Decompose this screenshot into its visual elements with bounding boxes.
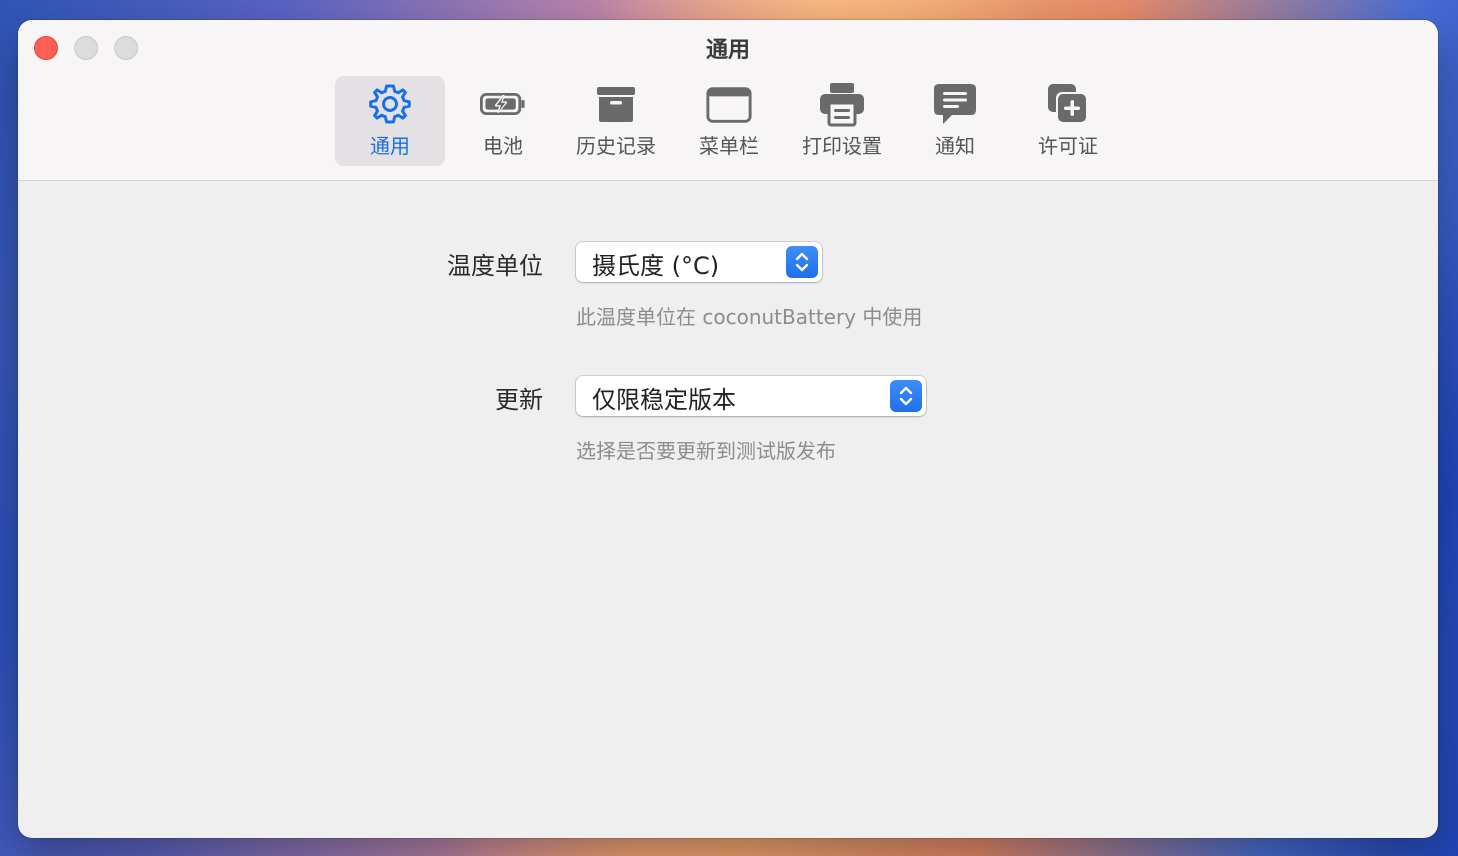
temperature-unit-value: 摄氏度 (°C) [592, 252, 720, 280]
tab-notifications-label: 通知 [935, 134, 975, 158]
battery-icon [479, 82, 527, 126]
tab-history[interactable]: 历史记录 [561, 76, 671, 166]
preferences-window: 通用 通用 电池 历史记录 菜单栏 打印设置 通知 许可证 温度单位 摄氏度 (… [18, 20, 1438, 838]
tab-license-label: 许可证 [1038, 134, 1098, 158]
temperature-unit-popup[interactable]: 摄氏度 (°C) [576, 242, 822, 282]
window-title: 通用 [705, 38, 750, 63]
tab-license[interactable]: 许可证 [1013, 76, 1123, 166]
updates-label: 更新 [495, 386, 543, 414]
preferences-toolbar: 通用 电池 历史记录 菜单栏 打印设置 通知 许可证 [335, 76, 1126, 166]
updates-value: 仅限稳定版本 [592, 386, 736, 414]
updates-popup[interactable]: 仅限稳定版本 [576, 376, 926, 416]
temperature-unit-hint: 此温度单位在 coconutBattery 中使用 [576, 305, 923, 329]
tab-menu-bar[interactable]: 菜单栏 [674, 76, 784, 166]
temperature-unit-label: 温度单位 [447, 252, 543, 280]
tab-menu-bar-label: 菜单栏 [699, 134, 759, 158]
chevron-up-down-icon [786, 246, 818, 278]
tab-print-settings[interactable]: 打印设置 [787, 76, 897, 166]
tab-history-label: 历史记录 [576, 134, 656, 158]
tab-notifications[interactable]: 通知 [900, 76, 1010, 166]
tab-general-label: 通用 [370, 134, 410, 158]
menu-bar-window-icon [705, 82, 753, 126]
updates-hint: 选择是否要更新到测试版发布 [576, 439, 836, 463]
license-plus-icon [1044, 82, 1092, 126]
title-bar: 通用 通用 电池 历史记录 菜单栏 打印设置 通知 许可证 [18, 20, 1438, 181]
tab-print-settings-label: 打印设置 [802, 134, 882, 158]
tab-battery-label: 电池 [483, 134, 523, 158]
tab-general[interactable]: 通用 [335, 76, 445, 166]
message-bubble-icon [931, 82, 979, 126]
tab-battery[interactable]: 电池 [448, 76, 558, 166]
archive-box-icon [592, 82, 640, 126]
printer-icon [818, 82, 866, 127]
general-settings-pane: 温度单位 摄氏度 (°C) 此温度单位在 coconutBattery 中使用 … [18, 181, 1438, 838]
gear-icon [366, 82, 414, 126]
chevron-up-down-icon [890, 380, 922, 412]
